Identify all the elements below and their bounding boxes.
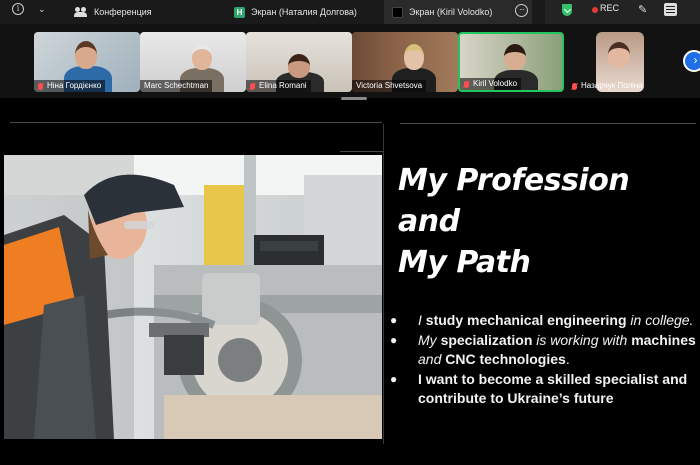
bullet-item: I want to become a skilled specialist an… bbox=[390, 370, 700, 409]
resize-handle[interactable] bbox=[341, 97, 367, 100]
participant-tile-active[interactable]: Kiril Volodko bbox=[458, 32, 564, 92]
mic-off-icon bbox=[250, 82, 255, 90]
participant-name: Kiril Volodko bbox=[473, 79, 518, 88]
annotate-pencil-icon[interactable]: ✎ bbox=[638, 3, 647, 16]
divider bbox=[10, 122, 382, 123]
chevron-right-icon[interactable]: › bbox=[683, 50, 700, 72]
divider bbox=[383, 124, 384, 444]
participant-tile[interactable]: Elina Romani bbox=[246, 32, 352, 92]
participant-tile[interactable]: Ніна Гордієнко bbox=[34, 32, 140, 92]
tab-screen-kiril[interactable]: Экран (Kiril Volodko) bbox=[384, 0, 532, 24]
info-icon[interactable]: i bbox=[12, 3, 24, 15]
participant-name: Ніна Гордієнко bbox=[47, 81, 102, 90]
bullet-item: My specialization is working with machin… bbox=[390, 331, 700, 370]
participant-strip: Ніна Гордієнко Marc Schechtman Elina Rom… bbox=[0, 24, 700, 98]
shared-screen: My Profession and My Path I study mechan… bbox=[0, 104, 700, 465]
bullet-item: I study mechanical engineering in colleg… bbox=[390, 311, 700, 331]
slide-bullet-list: I study mechanical engineering in colleg… bbox=[390, 311, 700, 409]
divider bbox=[400, 123, 696, 124]
chevron-down-icon[interactable]: ⌄ bbox=[38, 4, 46, 15]
tab-conference-label: Конференция bbox=[94, 7, 152, 17]
window-tab-bar: i ⌄ Конференция H Экран (Наталия Долгова… bbox=[0, 0, 700, 24]
more-options-icon[interactable]: ··· bbox=[515, 4, 528, 17]
screen-icon bbox=[392, 6, 403, 18]
h-avatar-icon: H bbox=[234, 6, 245, 18]
participant-name: Назарчук Поліна bbox=[581, 81, 643, 90]
mic-off-icon bbox=[572, 82, 577, 90]
participant-tile[interactable]: Victoria Shvetsova bbox=[352, 32, 458, 92]
people-icon bbox=[74, 7, 88, 17]
slide-title: My Profession and My Path bbox=[398, 160, 698, 283]
view-menu-icon[interactable] bbox=[664, 3, 677, 16]
participant-tile[interactable]: Marc Schechtman bbox=[140, 32, 246, 92]
participant-name: Victoria Shvetsova bbox=[356, 81, 423, 90]
mic-off-icon bbox=[38, 82, 43, 90]
participant-tile[interactable]: Назарчук Поліна bbox=[568, 32, 648, 92]
divider bbox=[340, 151, 384, 152]
tab-screen-kiril-label: Экран (Kiril Volodko) bbox=[409, 7, 493, 17]
tab-conference[interactable]: Конференция bbox=[70, 0, 220, 24]
tab-screen-natalia-label: Экран (Наталия Долгова) bbox=[251, 7, 357, 17]
tab-screen-natalia[interactable]: H Экран (Наталия Долгова) bbox=[228, 0, 378, 24]
slide-title-line: My Path bbox=[398, 245, 531, 280]
security-shield-icon[interactable] bbox=[562, 4, 572, 16]
slide-photo bbox=[4, 155, 382, 439]
workshop-photo bbox=[4, 155, 382, 439]
participant-name: Elina Romani bbox=[259, 81, 307, 90]
slide-title-line: My Profession and bbox=[398, 163, 630, 239]
record-dot-icon bbox=[592, 7, 598, 13]
mic-off-icon bbox=[464, 80, 469, 88]
participant-name: Marc Schechtman bbox=[144, 81, 209, 90]
recording-label[interactable]: REC bbox=[600, 3, 619, 13]
